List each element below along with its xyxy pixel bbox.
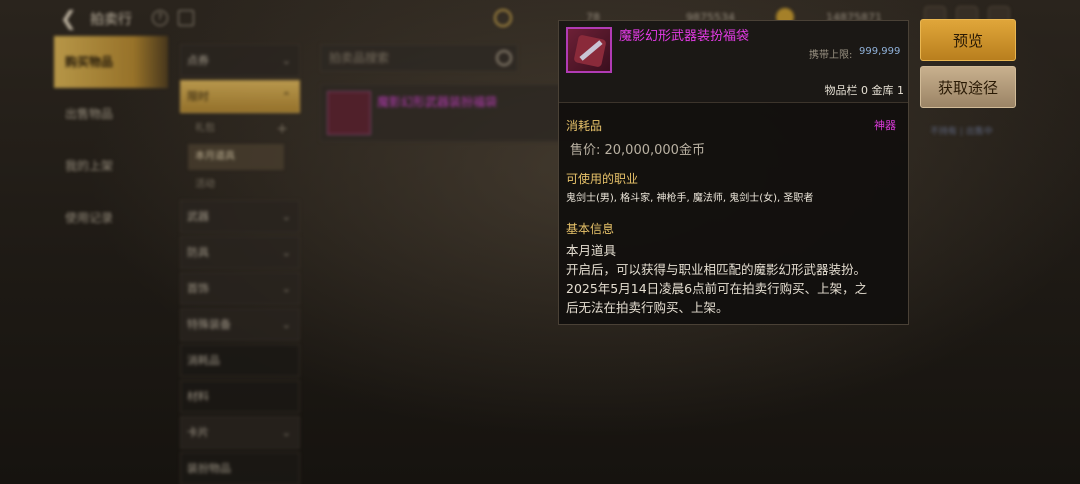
menu-my-listings[interactable]: 我的上架: [54, 140, 168, 192]
category-special[interactable]: 特殊装备 ⌄: [180, 308, 300, 341]
weapon-bag-icon: [566, 27, 612, 73]
plus-icon: +: [276, 121, 288, 137]
guide-book-icon[interactable]: [178, 10, 194, 26]
chevron-up-icon: ⌃: [281, 90, 291, 103]
item-grade: 神器: [874, 119, 896, 132]
category-label: 点券: [187, 54, 209, 67]
category-label: 武器: [187, 210, 209, 223]
chevron-down-icon: ⌄: [281, 246, 291, 259]
category-label: 防具: [187, 246, 209, 259]
chevron-down-icon: ⌄: [281, 54, 291, 67]
category-material[interactable]: 材料: [180, 380, 300, 413]
description-line: 2025年5月14日凌晨6点前可在拍卖行购买、上架，之: [566, 281, 868, 296]
top-bar: ❮ 拍卖行 ? 78 9875534 14875871: [0, 0, 1080, 36]
menu-sell-items[interactable]: 出售物品: [54, 88, 168, 140]
category-label: 首饰: [187, 282, 209, 295]
chevron-down-icon: ⌄: [281, 282, 291, 295]
back-arrow-icon[interactable]: ❮: [60, 8, 82, 28]
item-tooltip: 魔影幻形武器装扮福袋 携带上限: 999,999 物品栏 0 金库 1 消耗品 …: [558, 20, 909, 325]
carry-limit-label: 携带上限:: [809, 50, 853, 61]
inventory-stock: 物品栏 0 金库 1: [824, 84, 905, 97]
subcategory-label: 礼包: [195, 123, 215, 134]
jobs-list: 鬼剑士(男), 格斗家, 神枪手, 魔法师, 鬼剑士(女), 圣职者: [566, 193, 814, 204]
category-label: 特殊装备: [187, 318, 231, 331]
left-menu: 购买物品 出售物品 我的上架 使用记录: [54, 36, 168, 244]
subcategory-gift[interactable]: 礼包 +: [188, 116, 300, 142]
item-price: 售价: 20,000,000金币: [570, 143, 705, 158]
acquisition-button[interactable]: 获取途径: [920, 66, 1016, 108]
search-icon[interactable]: [496, 50, 512, 66]
subcategory-monthly[interactable]: 本月道具: [188, 144, 284, 170]
category-card[interactable]: 卡片 ⌄: [180, 416, 300, 449]
search-input[interactable]: 拍卖品搜索: [320, 44, 518, 72]
page-title: 拍卖行: [90, 12, 132, 28]
category-label: 限时: [187, 90, 209, 103]
category-weapon[interactable]: 武器 ⌄: [180, 200, 300, 233]
preview-button[interactable]: 预览: [920, 19, 1016, 61]
item-type: 消耗品: [566, 119, 603, 133]
category-list: 点券 ⌄ 限时 ⌃ 礼包 + 本月道具 活动 武器 ⌄ 防具 ⌄ 首饰 ⌄ 特殊装备 ⌄ 消耗…: [180, 44, 300, 484]
list-item[interactable]: 魔影幻形武器装扮福袋: [320, 84, 580, 142]
category-avatar[interactable]: 装扮物品: [180, 452, 300, 484]
item-thumbnail: [327, 91, 371, 135]
subcategory-event[interactable]: 活动: [188, 172, 300, 198]
description-line: 开启后，可以获得与职业相匹配的魔影幻形武器装扮。: [566, 262, 867, 277]
item-description: 本月道具 开启后，可以获得与职业相匹配的魔影幻形武器装扮。 2025年5月14日…: [566, 241, 904, 317]
cera-currency-icon: [494, 9, 512, 27]
chevron-down-icon: ⌄: [281, 426, 291, 439]
help-icon[interactable]: ?: [152, 10, 168, 26]
carry-limit-value: 999,999: [859, 46, 901, 57]
tooltip-item-name: 魔影幻形武器装扮福袋: [619, 29, 750, 44]
chevron-down-icon: ⌄: [281, 210, 291, 223]
category-label: 卡片: [187, 426, 209, 439]
category-cash[interactable]: 点券 ⌄: [180, 44, 300, 77]
chevron-down-icon: ⌄: [281, 318, 291, 331]
description-line: 后无法在拍卖行购买、上架。: [566, 300, 729, 315]
tooltip-header: 魔影幻形武器装扮福袋 携带上限: 999,999 物品栏 0 金库 1: [559, 21, 908, 103]
description-line: 本月道具: [566, 243, 617, 258]
menu-usage-history[interactable]: 使用记录: [54, 192, 168, 244]
info-title: 基本信息: [566, 222, 615, 236]
category-accessory[interactable]: 首饰 ⌄: [180, 272, 300, 305]
item-name: 魔影幻形武器装扮福袋: [377, 95, 498, 109]
status-note: 不持有 | 出售中: [930, 127, 993, 137]
category-consumable[interactable]: 消耗品: [180, 344, 300, 377]
menu-buy-items[interactable]: 购买物品: [54, 36, 168, 88]
category-armor[interactable]: 防具 ⌄: [180, 236, 300, 269]
category-limited[interactable]: 限时 ⌃: [180, 80, 300, 113]
jobs-title: 可使用的职业: [566, 172, 639, 186]
